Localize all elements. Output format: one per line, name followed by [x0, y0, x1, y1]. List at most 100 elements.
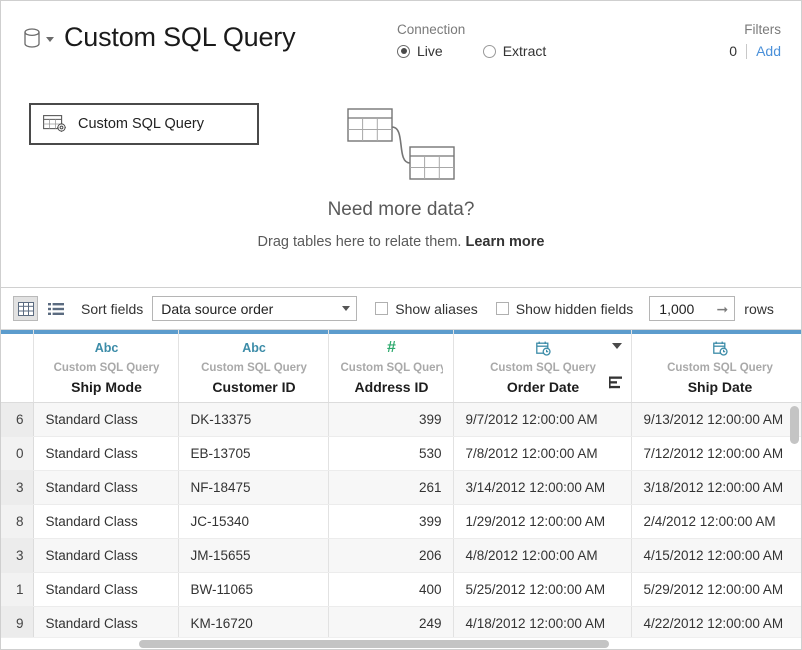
table-body: 6 Standard Class DK-13375 399 9/7/2012 1… — [1, 402, 801, 640]
row-number: 6 — [1, 402, 33, 436]
cell-address-id: 206 — [328, 538, 453, 572]
column-header-ship-date[interactable]: Custom SQL Query Ship Date — [631, 330, 801, 402]
sort-fields-value: Data source order — [161, 301, 342, 317]
cell-ship-date: 4/22/2012 12:00:00 AM — [631, 606, 801, 640]
related-tables-icon — [346, 105, 456, 183]
connection-option-extract[interactable]: Extract — [483, 43, 547, 59]
table-row[interactable]: 6 Standard Class DK-13375 399 9/7/2012 1… — [1, 402, 801, 436]
show-aliases-checkbox[interactable]: Show aliases — [375, 301, 478, 317]
chevron-down-icon — [46, 37, 54, 42]
cell-ship-date: 5/29/2012 12:00:00 AM — [631, 572, 801, 606]
column-header-ship-mode[interactable]: Abc Custom SQL Query Ship Mode — [33, 330, 178, 402]
row-number: 8 — [1, 504, 33, 538]
column-header-order-date[interactable]: Custom SQL Query Order Date — [453, 330, 631, 402]
checkbox-box[interactable] — [375, 302, 388, 315]
grid-toolbar: Sort fields Data source order Show alias… — [1, 288, 801, 330]
column-name: Order Date — [466, 379, 621, 396]
cell-customer-id: NF-18475 — [178, 470, 328, 504]
cell-ship-date: 3/18/2012 12:00:00 AM — [631, 470, 801, 504]
cell-customer-id: JC-15340 — [178, 504, 328, 538]
column-name: Ship Date — [644, 379, 797, 396]
column-source: Custom SQL Query — [466, 361, 621, 376]
radio-extract[interactable] — [483, 45, 496, 58]
date-type-icon-wrap — [644, 341, 797, 357]
vertical-scrollbar-thumb[interactable] — [790, 406, 799, 444]
horizontal-scrollbar-thumb[interactable] — [139, 640, 609, 648]
date-time-icon — [713, 341, 728, 356]
cell-order-date: 7/8/2012 12:00:00 AM — [453, 436, 631, 470]
table-row[interactable]: 9 Standard Class KM-16720 249 4/18/2012 … — [1, 606, 801, 640]
cell-ship-mode: Standard Class — [33, 572, 178, 606]
row-number: 1 — [1, 572, 33, 606]
sort-fields-select[interactable]: Data source order — [152, 296, 357, 321]
radio-live[interactable] — [397, 45, 410, 58]
checkbox-box[interactable] — [496, 302, 509, 315]
cell-order-date: 4/18/2012 12:00:00 AM — [453, 606, 631, 640]
rows-label: rows — [744, 301, 774, 317]
table-row[interactable]: 8 Standard Class JC-15340 399 1/29/2012 … — [1, 504, 801, 538]
table-row[interactable]: 0 Standard Class EB-13705 530 7/8/2012 1… — [1, 436, 801, 470]
column-source: Custom SQL Query — [46, 361, 168, 376]
cell-customer-id: JM-15655 — [178, 538, 328, 572]
column-name: Ship Mode — [46, 379, 168, 396]
string-type-icon: Abc — [191, 341, 318, 357]
row-limit-value: 1,000 — [659, 301, 716, 317]
row-limit-input[interactable]: 1,000 ➞ — [649, 296, 735, 321]
show-hidden-fields-checkbox[interactable]: Show hidden fields — [496, 301, 634, 317]
string-type-icon: Abc — [46, 341, 168, 357]
sort-descending-icon[interactable] — [608, 376, 623, 392]
show-aliases-label: Show aliases — [395, 301, 478, 317]
grid-view-icon — [18, 302, 34, 316]
table-row[interactable]: 1 Standard Class BW-11065 400 5/25/2012 … — [1, 572, 801, 606]
data-preview-grid[interactable]: Abc Custom SQL Query Ship Mode Abc Custo… — [1, 330, 801, 649]
list-view-button[interactable] — [43, 296, 68, 321]
cell-order-date: 9/7/2012 12:00:00 AM — [453, 402, 631, 436]
connection-section: Connection Live Extract — [397, 21, 586, 59]
connection-label: Connection — [397, 21, 586, 39]
date-type-icon-wrap — [466, 341, 621, 357]
cell-order-date: 3/14/2012 12:00:00 AM — [453, 470, 631, 504]
empty-state-subtitle-text: Drag tables here to relate them. — [258, 234, 462, 250]
column-source: Custom SQL Query — [191, 361, 318, 376]
cell-ship-mode: Standard Class — [33, 504, 178, 538]
cell-order-date: 5/25/2012 12:00:00 AM — [453, 572, 631, 606]
row-number: 9 — [1, 606, 33, 640]
cell-customer-id: KM-16720 — [178, 606, 328, 640]
learn-more-link[interactable]: Learn more — [465, 234, 544, 250]
database-icon — [23, 28, 41, 48]
list-view-icon — [48, 302, 64, 316]
preview-table: Abc Custom SQL Query Ship Mode Abc Custo… — [1, 330, 801, 641]
connection-option-live[interactable]: Live — [397, 43, 443, 59]
column-name: Address ID — [341, 379, 443, 396]
cell-order-date: 4/8/2012 12:00:00 AM — [453, 538, 631, 572]
cell-ship-date: 7/12/2012 12:00:00 AM — [631, 436, 801, 470]
add-filter-button[interactable]: Add — [756, 43, 781, 59]
database-menu[interactable] — [23, 28, 54, 48]
cell-address-id: 399 — [328, 402, 453, 436]
chevron-down-icon — [342, 306, 350, 311]
column-source: Custom SQL Query — [341, 361, 443, 376]
sort-fields-label: Sort fields — [81, 301, 143, 317]
page-title: Custom SQL Query — [64, 19, 295, 55]
filters-section: Filters 0 Add — [729, 21, 781, 59]
connection-live-label: Live — [417, 43, 443, 59]
cell-address-id: 261 — [328, 470, 453, 504]
column-menu-chevron-down-icon[interactable] — [612, 343, 622, 349]
table-row[interactable]: 3 Standard Class NF-18475 261 3/14/2012 … — [1, 470, 801, 504]
cell-ship-mode: Standard Class — [33, 436, 178, 470]
row-number: 3 — [1, 470, 33, 504]
grid-view-button[interactable] — [13, 296, 38, 321]
filters-divider — [746, 44, 747, 59]
show-hidden-fields-label: Show hidden fields — [516, 301, 634, 317]
cell-ship-mode: Standard Class — [33, 538, 178, 572]
table-row[interactable]: 3 Standard Class JM-15655 206 4/8/2012 1… — [1, 538, 801, 572]
cell-ship-mode: Standard Class — [33, 402, 178, 436]
cell-ship-mode: Standard Class — [33, 470, 178, 504]
cell-address-id: 530 — [328, 436, 453, 470]
column-header-customer-id[interactable]: Abc Custom SQL Query Customer ID — [178, 330, 328, 402]
apply-row-limit-icon[interactable]: ➞ — [717, 302, 729, 316]
horizontal-scrollbar[interactable] — [1, 637, 801, 649]
empty-state-subtitle: Drag tables here to relate them. Learn m… — [258, 234, 545, 250]
connection-extract-label: Extract — [503, 43, 547, 59]
column-header-address-id[interactable]: # Custom SQL Query Address ID — [328, 330, 453, 402]
